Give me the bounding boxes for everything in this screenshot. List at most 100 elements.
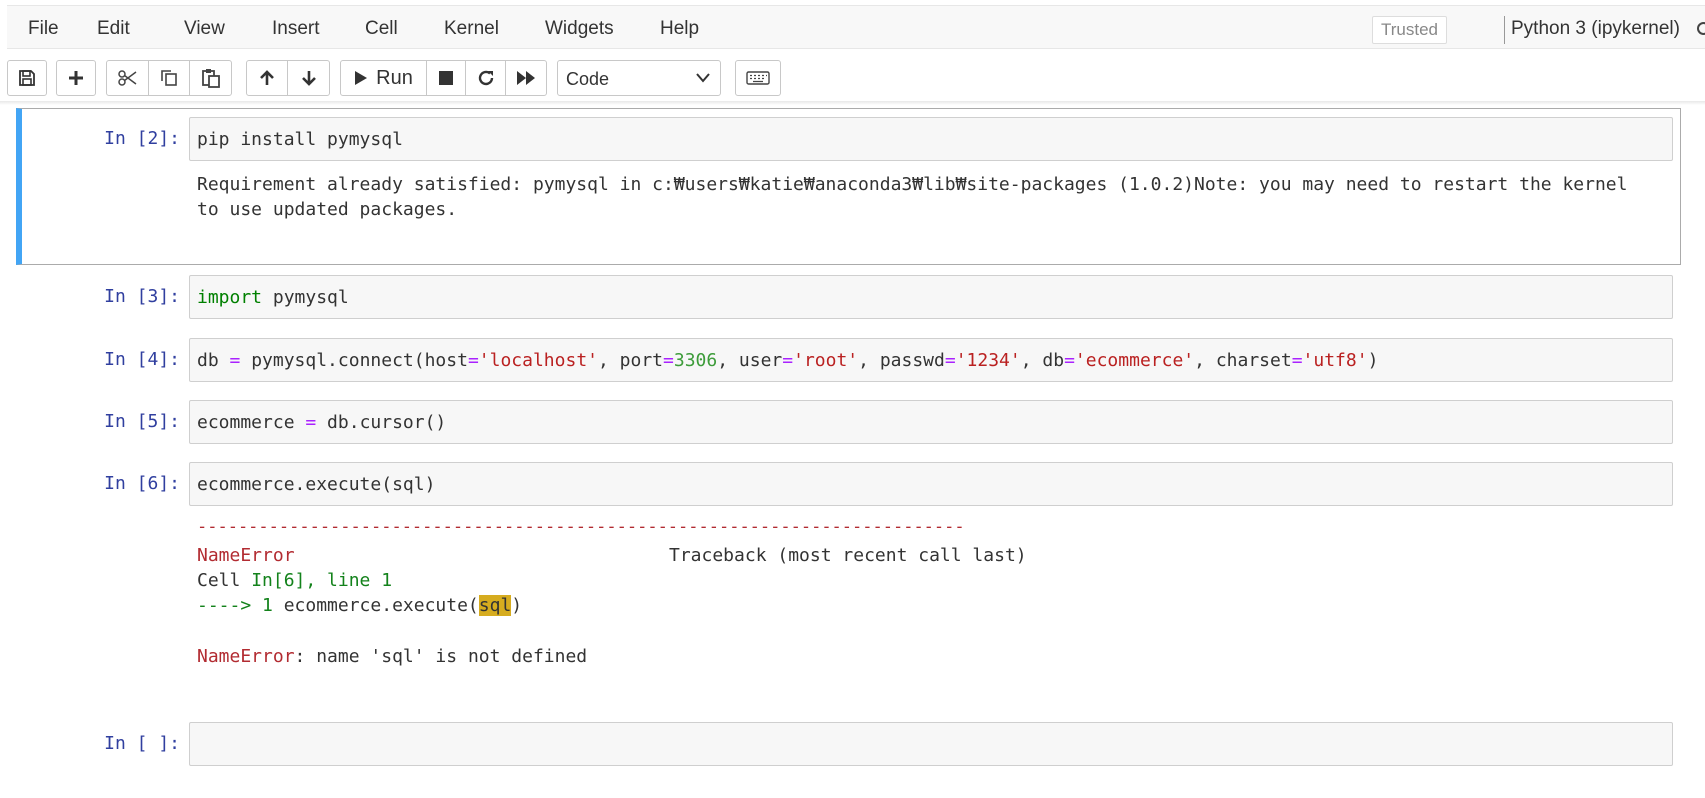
cell-type-value: Code: [566, 69, 610, 89]
menu-kernel[interactable]: Kernel: [444, 18, 499, 40]
code-operator: =: [305, 412, 317, 433]
arrow-up-icon: [260, 70, 274, 85]
code-token: ): [1367, 350, 1379, 371]
menu-widgets[interactable]: Widgets: [545, 18, 614, 40]
code-operator: =: [1064, 350, 1075, 371]
code-token: ecommerce: [197, 412, 306, 433]
move-up-button[interactable]: [246, 60, 288, 96]
code-token: pymysql: [262, 287, 349, 308]
command-palette-button[interactable]: [735, 60, 781, 96]
cell-type-select[interactable]: Code: [557, 60, 721, 96]
traceback-cell-prefix: Cell: [197, 570, 252, 591]
cut-icon: [117, 70, 136, 86]
chevron-down-icon: [696, 73, 710, 83]
menu-file[interactable]: File: [28, 18, 59, 40]
traceback-cell-ref: In[6], line 1: [251, 570, 393, 591]
code-operator: =: [1291, 350, 1303, 371]
cell-prompt: In [ ]:: [104, 733, 180, 754]
plus-icon: [69, 71, 83, 85]
menu-cell[interactable]: Cell: [365, 18, 398, 40]
code-operator: =: [229, 350, 241, 371]
code-token: , passwd: [858, 350, 945, 371]
code-input[interactable]: ecommerce.execute(sql): [189, 462, 1673, 506]
code-operator: =: [663, 350, 674, 371]
save-icon: [19, 70, 35, 86]
cell-prompt: In [3]:: [104, 286, 180, 307]
code-token: , charset: [1194, 350, 1292, 371]
code-string: '1234': [955, 350, 1021, 371]
code-input[interactable]: import pymysql: [189, 275, 1673, 319]
run-button[interactable]: Run: [340, 60, 427, 96]
output-text: Requirement already satisfied: pymysql i…: [197, 174, 1628, 195]
play-icon: [355, 71, 368, 85]
fast-forward-icon: [517, 71, 535, 85]
traceback-highlight: sql: [478, 595, 512, 616]
insert-cell-button[interactable]: [56, 60, 96, 96]
menu-insert[interactable]: Insert: [272, 18, 320, 40]
menu-edit[interactable]: Edit: [97, 18, 130, 40]
code-input[interactable]: pip install pymysql: [189, 117, 1673, 161]
traceback-code: ): [511, 595, 523, 616]
code-number: 3306: [673, 350, 718, 371]
traceback-error-name: NameError: [197, 545, 295, 566]
code-token: pymysql.connect(host: [240, 350, 468, 371]
interrupt-button[interactable]: [426, 60, 466, 96]
traceback-message: NameError: name 'sql' is not defined: [197, 646, 587, 667]
cell-prompt: In [6]:: [104, 473, 180, 494]
traceback-code: ecommerce.execute(: [283, 595, 479, 616]
code-token: , user: [717, 350, 783, 371]
code-string: 'root': [793, 350, 859, 371]
menu-view[interactable]: View: [184, 18, 225, 40]
code-input[interactable]: [189, 722, 1673, 766]
code-string: 'ecommerce': [1074, 350, 1195, 371]
code-operator: =: [467, 350, 479, 371]
keyboard-icon: [746, 71, 770, 85]
traceback-cell-line: Cell In[6], line 1: [197, 570, 392, 591]
code-operator: =: [782, 350, 794, 371]
kernel-divider: [1504, 16, 1505, 44]
run-all-button[interactable]: [505, 60, 547, 96]
code-string: 'localhost': [478, 350, 598, 371]
code-keyword: import: [197, 287, 263, 308]
restart-icon: [478, 70, 493, 86]
traceback-final-error-name: NameError: [197, 646, 295, 667]
code-input[interactable]: ecommerce = db.cursor(): [189, 400, 1673, 444]
traceback-header: Traceback (most recent call last): [669, 545, 1027, 566]
toolbar-shadow: [0, 101, 1705, 105]
trusted-indicator[interactable]: Trusted: [1372, 16, 1448, 44]
code-string: 'utf8': [1302, 350, 1368, 371]
traceback-code-line: ----> 1 ecommerce.execute(sql): [197, 595, 522, 616]
cell-prompt: In [4]:: [104, 349, 180, 370]
copy-button[interactable]: [148, 60, 190, 96]
kernel-name[interactable]: Python 3 (ipykernel): [1511, 18, 1680, 40]
cell-prompt: In [5]:: [104, 411, 180, 432]
paste-icon: [201, 69, 220, 88]
code-text: pip install pymysql: [197, 129, 403, 150]
cell-prompt: In [2]:: [104, 128, 180, 149]
stop-icon: [439, 71, 453, 85]
paste-button[interactable]: [189, 60, 232, 96]
code-operator: =: [944, 350, 956, 371]
run-label: Run: [376, 66, 413, 89]
code-input[interactable]: db = pymysql.connect(host='localhost', p…: [189, 338, 1673, 382]
code-text: db = pymysql.connect(host='localhost', p…: [197, 350, 1378, 371]
traceback-separator: ----------------------------------------…: [197, 517, 965, 537]
restart-button[interactable]: [465, 60, 506, 96]
traceback-arrow: ----> 1: [197, 595, 284, 616]
traceback-final-message: : name 'sql' is not defined: [294, 646, 588, 667]
cut-button[interactable]: [106, 60, 149, 96]
output-text: to use updated packages.: [197, 199, 458, 220]
move-down-button[interactable]: [287, 60, 330, 96]
toolbar: Run Code: [0, 52, 1705, 100]
code-token: db: [197, 350, 230, 371]
save-button[interactable]: [7, 60, 47, 96]
arrow-down-icon: [301, 71, 316, 86]
copy-icon: [161, 70, 177, 86]
code-text: ecommerce.execute(sql): [197, 474, 436, 495]
code-token: , db: [1020, 350, 1065, 371]
kernel-status-icon: [1697, 22, 1705, 35]
code-token: db.cursor(): [316, 412, 447, 433]
menubar: File Edit View Insert Cell Kernel Widget…: [7, 5, 1705, 49]
code-text: ecommerce = db.cursor(): [197, 412, 446, 433]
menu-help[interactable]: Help: [660, 18, 699, 40]
